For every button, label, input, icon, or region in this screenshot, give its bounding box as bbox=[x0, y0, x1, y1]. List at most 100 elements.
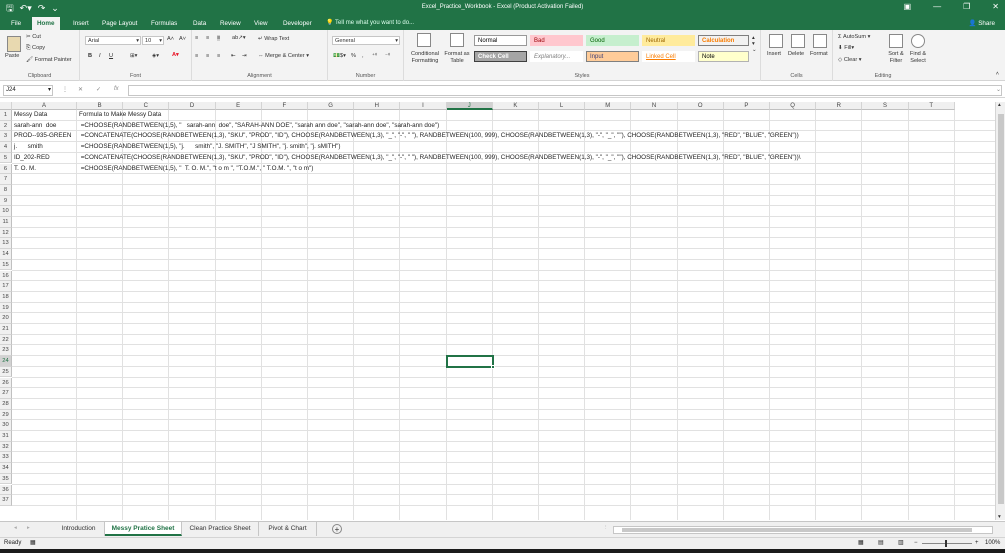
font-size-select[interactable]: 10 ▾ bbox=[142, 36, 164, 45]
fill-handle[interactable] bbox=[490, 364, 495, 369]
comma-button[interactable]: , bbox=[362, 53, 364, 59]
copy-button[interactable]: ⎘ Copy bbox=[26, 45, 45, 52]
row-header-19[interactable]: 19 bbox=[0, 302, 12, 314]
format-button[interactable]: Format bbox=[810, 51, 828, 57]
align-left-icon[interactable]: ≡ bbox=[195, 53, 198, 59]
vertical-scroll-thumb[interactable] bbox=[998, 114, 1004, 504]
prev-sheet-icon[interactable]: ◂ bbox=[14, 525, 17, 531]
sheet-tab-messy-practice[interactable]: Messy Pratice Sheet bbox=[105, 522, 182, 536]
grow-font-icon[interactable]: A˄ bbox=[167, 36, 174, 42]
number-format-select[interactable]: General ▾ bbox=[332, 36, 400, 45]
row-header-11[interactable]: 11 bbox=[0, 217, 12, 228]
column-header-c[interactable]: C bbox=[123, 102, 170, 110]
cell-b1[interactable]: Formula to Make Messy Data bbox=[77, 110, 161, 120]
vertical-scrollbar[interactable]: ▴ ▾ bbox=[995, 102, 1005, 520]
percent-button[interactable]: % bbox=[351, 53, 356, 59]
format-cells-icon[interactable] bbox=[813, 34, 827, 48]
increase-decimal-icon[interactable]: ⁺⁰ bbox=[372, 53, 377, 59]
column-header-e[interactable]: E bbox=[215, 102, 262, 110]
row-header-6[interactable]: 6 bbox=[0, 163, 12, 175]
column-header-b[interactable]: B bbox=[77, 102, 124, 110]
zoom-in-button[interactable]: + bbox=[975, 538, 979, 549]
bold-button[interactable]: B bbox=[88, 53, 92, 59]
sheet-tab-clean-practice[interactable]: Clean Practice Sheet bbox=[182, 522, 259, 536]
row-header-33[interactable]: 33 bbox=[0, 452, 12, 464]
cell-a1[interactable]: Messy Data bbox=[12, 110, 47, 120]
cell-b2[interactable]: =CHOOSE(RANDBETWEEN(1,5), " sarah-ann do… bbox=[77, 121, 440, 131]
decrease-decimal-icon[interactable]: ⁻⁰ bbox=[385, 53, 390, 59]
tab-review[interactable]: Review bbox=[215, 17, 246, 30]
format-painter-button[interactable]: 🖌 Format Painter bbox=[26, 57, 72, 63]
merge-center-button[interactable]: ⇔ Merge & Center ▾ bbox=[258, 53, 309, 59]
style-calculation[interactable]: Calculation bbox=[698, 35, 749, 46]
tab-insert[interactable]: Insert bbox=[68, 17, 94, 30]
row-header-16[interactable]: 16 bbox=[0, 270, 12, 282]
align-center-icon[interactable]: ≡ bbox=[206, 53, 209, 59]
scroll-up-icon[interactable]: ▴ bbox=[998, 102, 1001, 108]
minimize-icon[interactable]: — bbox=[933, 2, 941, 11]
style-input[interactable]: Input bbox=[586, 51, 639, 62]
underline-button[interactable]: U bbox=[109, 53, 113, 59]
conditional-formatting-icon[interactable] bbox=[417, 33, 431, 47]
gallery-scroll-icon[interactable]: ▴ ▾ ⌄ bbox=[752, 35, 757, 53]
row-header-20[interactable]: 20 bbox=[0, 313, 12, 324]
row-header-7[interactable]: 7 bbox=[0, 174, 12, 185]
fx-icon[interactable]: fx bbox=[114, 86, 119, 92]
borders-icon[interactable]: ⊞▾ bbox=[130, 53, 138, 59]
column-header-m[interactable]: M bbox=[585, 102, 632, 110]
row-header-5[interactable]: 5 bbox=[0, 152, 12, 164]
column-header-h[interactable]: H bbox=[354, 102, 401, 110]
column-header-s[interactable]: S bbox=[862, 102, 909, 110]
row-header-21[interactable]: 21 bbox=[0, 324, 12, 335]
name-box[interactable]: J24 ▾ bbox=[3, 85, 53, 96]
magnifier-icon[interactable] bbox=[911, 34, 925, 48]
zoom-slider[interactable] bbox=[922, 540, 972, 547]
cell-a4[interactable]: j. smith bbox=[12, 142, 43, 152]
tab-home[interactable]: Home bbox=[32, 17, 60, 30]
row-header-22[interactable]: 22 bbox=[0, 334, 12, 346]
row-header-14[interactable]: 14 bbox=[0, 249, 12, 260]
paste-button[interactable]: Paste bbox=[5, 53, 19, 59]
increase-indent-icon[interactable]: ⇥ bbox=[242, 53, 247, 59]
column-header-j[interactable]: J bbox=[446, 102, 493, 110]
find-select-button[interactable]: Find & Select bbox=[907, 51, 929, 65]
row-header-3[interactable]: 3 bbox=[0, 131, 12, 143]
column-header-r[interactable]: R bbox=[816, 102, 863, 110]
row-header-37[interactable]: 37 bbox=[0, 495, 12, 506]
shrink-font-icon[interactable]: A˅ bbox=[179, 36, 186, 42]
fill-button[interactable]: ⬇ Fill▾ bbox=[838, 45, 854, 51]
row-header-18[interactable]: 18 bbox=[0, 291, 12, 303]
italic-button[interactable]: I bbox=[99, 53, 101, 59]
column-header-q[interactable]: Q bbox=[770, 102, 817, 110]
cut-button[interactable]: ✂ Cut bbox=[26, 34, 41, 40]
cell-b5[interactable]: =CONCATENATE(CHOOSE(RANDBETWEEN(1,3), "S… bbox=[77, 153, 801, 163]
next-sheet-icon[interactable]: ▸ bbox=[27, 525, 30, 531]
enter-icon[interactable]: ✓ bbox=[96, 86, 101, 93]
cell-b4[interactable]: =CHOOSE(RANDBETWEEN(1,5), "j. smith", "J… bbox=[77, 142, 341, 152]
cell-a5[interactable]: ID_202-RED bbox=[12, 153, 50, 163]
horizontal-scrollbar[interactable] bbox=[613, 526, 993, 534]
select-all-corner[interactable] bbox=[0, 102, 12, 110]
row-header-27[interactable]: 27 bbox=[0, 388, 12, 399]
column-header-i[interactable]: I bbox=[400, 102, 447, 110]
conditional-formatting-button[interactable]: Conditional Formatting bbox=[406, 51, 444, 65]
ribbon-display-icon[interactable]: ▣ bbox=[904, 2, 912, 11]
style-check-cell[interactable]: Check Cell bbox=[474, 51, 527, 62]
row-header-12[interactable]: 12 bbox=[0, 227, 12, 239]
fill-color-icon[interactable]: ◈▾ bbox=[152, 53, 159, 59]
paste-icon[interactable] bbox=[7, 36, 21, 52]
style-note[interactable]: Note bbox=[698, 51, 749, 62]
row-header-1[interactable]: 1 bbox=[0, 110, 12, 121]
scroll-down-icon[interactable]: ▾ bbox=[998, 514, 1001, 520]
sort-filter-icon[interactable] bbox=[889, 34, 903, 48]
style-explanatory[interactable]: Explanatory... bbox=[530, 51, 583, 62]
tab-file[interactable]: File bbox=[6, 17, 26, 30]
delete-cells-icon[interactable] bbox=[791, 34, 805, 48]
close-icon[interactable]: ✕ bbox=[992, 2, 999, 11]
font-name-select[interactable]: Arial ▾ bbox=[85, 36, 141, 45]
sheet-tab-pivot-chart[interactable]: Pivot & Chart bbox=[259, 522, 317, 536]
insert-cells-icon[interactable] bbox=[769, 34, 783, 48]
bottom-align-icon[interactable]: ≡ bbox=[217, 35, 221, 41]
cell-a6[interactable]: T. O. M. bbox=[12, 164, 36, 174]
align-right-icon[interactable]: ≡ bbox=[217, 53, 220, 59]
